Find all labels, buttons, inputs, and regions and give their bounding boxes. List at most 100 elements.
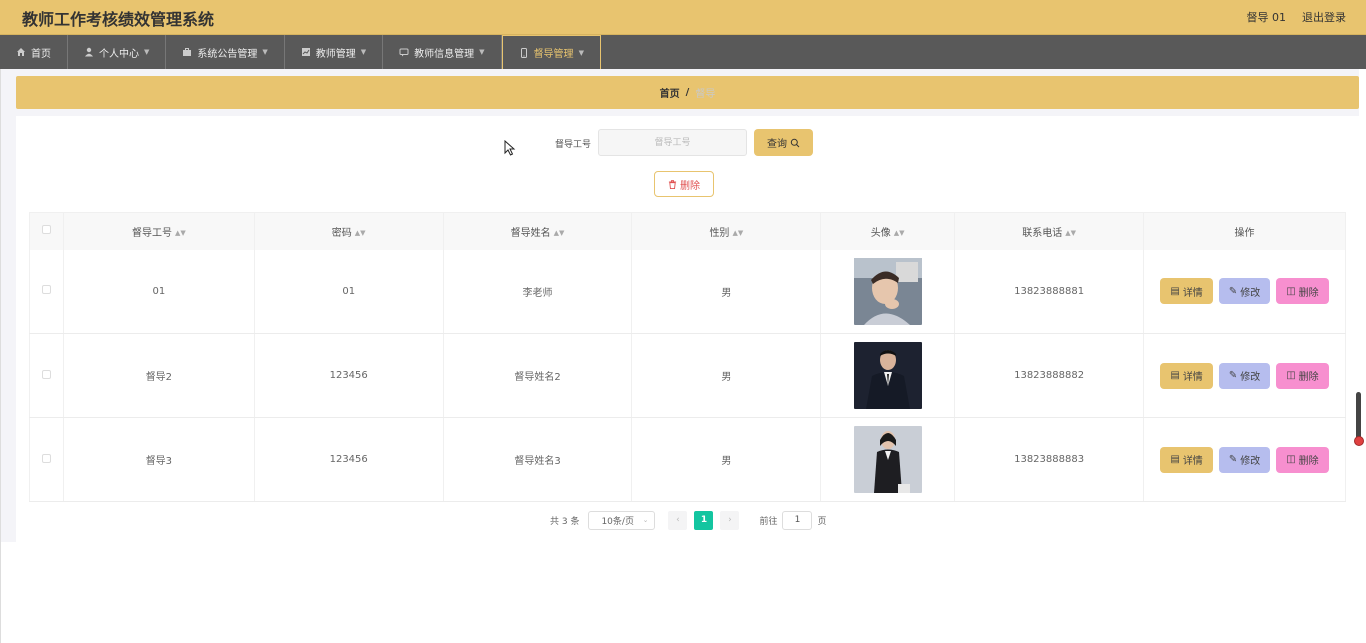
nav-label: 教师信息管理 bbox=[414, 48, 475, 60]
page-size-select[interactable]: 10条/页 ⌄ bbox=[588, 510, 656, 530]
delete-button[interactable]: ◫ 删除 bbox=[1276, 278, 1329, 305]
current-user: 督导 01 bbox=[1246, 11, 1287, 24]
pagination: 共 3 条 10条/页 ⌄ ‹ 1 › 前往 页 bbox=[550, 510, 826, 530]
sort-icon: ▲▼ bbox=[553, 228, 565, 237]
scroll-thermometer-widget[interactable] bbox=[1356, 392, 1361, 442]
table-row: 01 01 李老师 男 13823888881 ▤ 详情 ✎ 修改 ◫ 删除 bbox=[29, 249, 1346, 334]
row-actions: ▤ 详情 ✎ 修改 ◫ 删除 bbox=[1144, 446, 1345, 473]
query-button-label: 查询 bbox=[767, 139, 787, 150]
cell-phone: 13823888883 bbox=[954, 417, 1145, 502]
column-header[interactable]: 督导姓名 ▲▼ bbox=[442, 212, 633, 250]
trash-icon bbox=[668, 179, 677, 189]
avatar[interactable] bbox=[853, 426, 922, 493]
cell-name: 李老师 bbox=[443, 249, 633, 334]
trash-icon: ◫ bbox=[1286, 285, 1296, 297]
batch-delete-label: 删除 bbox=[680, 180, 700, 192]
select-all-checkbox[interactable] bbox=[41, 225, 51, 235]
breadcrumb-separator: / bbox=[685, 87, 690, 98]
row-checkbox[interactable] bbox=[41, 369, 51, 379]
message-icon bbox=[399, 48, 409, 57]
sort-icon: ▲▼ bbox=[174, 228, 186, 237]
search-input[interactable] bbox=[598, 129, 747, 156]
table-header-row: 督导工号 ▲▼ 密码 ▲▼ 督导姓名 ▲▼ 性别 ▲▼ 头像 ▲▼ 联系电话 ▲▼ 操作 bbox=[29, 212, 1346, 250]
row-checkbox[interactable] bbox=[41, 285, 51, 295]
header-user-area: 督导 01 退出登录 bbox=[1247, 9, 1347, 25]
goto-page-input[interactable] bbox=[782, 510, 813, 530]
select-all-cell bbox=[29, 212, 64, 250]
trash-icon: ◫ bbox=[1286, 454, 1296, 465]
nav-supervisor-management[interactable]: 督导管理 ▼ bbox=[501, 35, 601, 69]
cell-avatar bbox=[820, 333, 956, 418]
document-icon: ▤ bbox=[1170, 285, 1180, 297]
nav-teacher-info[interactable]: 教师信息管理 ▼ bbox=[383, 35, 502, 69]
pagination-total: 共 3 条 bbox=[550, 516, 580, 527]
phone-icon bbox=[520, 47, 527, 58]
cell-id: 督导2 bbox=[63, 333, 255, 418]
column-header[interactable]: 密码 ▲▼ bbox=[253, 212, 444, 250]
chevron-down-icon: ▼ bbox=[578, 48, 584, 57]
table-row: 督导3 123456 督导姓名3 男 13823888883 ▤详情 ✎修改 bbox=[29, 417, 1346, 502]
cell-actions: ▤ 详情 ✎ 修改 ◫ 删除 bbox=[1143, 249, 1346, 334]
detail-button[interactable]: ▤ 详情 bbox=[1160, 278, 1213, 305]
avatar[interactable] bbox=[853, 257, 922, 325]
delete-button[interactable]: ◫ 删除 bbox=[1276, 362, 1329, 389]
nav-home[interactable]: 首页 bbox=[0, 35, 68, 69]
breadcrumb: 首页 / 督导 bbox=[16, 76, 1359, 109]
edit-button[interactable]: ✎ 修改 bbox=[1218, 446, 1271, 473]
edit-button[interactable]: ✎ 修改 bbox=[1218, 362, 1271, 389]
cell-name: 督导姓名3 bbox=[443, 417, 633, 502]
nav-label: 督导管理 bbox=[533, 49, 574, 60]
nav-teacher-management[interactable]: 教师管理 ▼ bbox=[285, 35, 384, 69]
document-icon: ▤ bbox=[1170, 370, 1180, 381]
avatar[interactable] bbox=[853, 342, 922, 409]
nav-personal-center[interactable]: 个人中心 ▼ bbox=[68, 35, 167, 69]
cell-phone: 13823888882 bbox=[954, 333, 1145, 418]
edit-button[interactable]: ✎ 修改 bbox=[1218, 278, 1271, 305]
row-actions: ▤ 详情 ✎ 修改 ◫ 删除 bbox=[1144, 278, 1345, 305]
cell-avatar bbox=[820, 417, 956, 502]
home-icon bbox=[17, 48, 25, 56]
row-select-cell bbox=[29, 417, 64, 502]
thermometer-bulb-icon bbox=[1354, 436, 1364, 446]
sort-icon: ▲▼ bbox=[893, 228, 905, 237]
breadcrumb-current: 督导 bbox=[695, 89, 716, 100]
trash-icon: ◫ bbox=[1286, 370, 1296, 381]
sort-icon: ▲▼ bbox=[1065, 228, 1076, 237]
detail-button[interactable]: ▤ 详情 bbox=[1160, 446, 1213, 473]
chart-icon bbox=[301, 48, 310, 56]
next-page-button[interactable]: › bbox=[720, 510, 740, 530]
row-actions: ▤ 详情 ✎ 修改 ◫ 删除 bbox=[1144, 362, 1345, 389]
logout-link[interactable]: 退出登录 bbox=[1302, 9, 1346, 25]
column-header[interactable]: 性别 ▲▼ bbox=[631, 212, 822, 250]
sort-icon: ▲▼ bbox=[732, 228, 744, 237]
chevron-down-icon: ▼ bbox=[479, 48, 485, 56]
batch-delete-button[interactable]: 删除 bbox=[654, 171, 714, 197]
column-header: 操作 bbox=[1143, 212, 1346, 250]
chevron-down-icon: ⌄ bbox=[642, 516, 649, 524]
pencil-icon: ✎ bbox=[1228, 454, 1238, 465]
cell-id: 督导3 bbox=[63, 417, 255, 502]
page-number-active[interactable]: 1 bbox=[694, 510, 714, 530]
nav-label: 个人中心 bbox=[99, 48, 139, 60]
column-header[interactable]: 联系电话 ▲▼ bbox=[954, 212, 1145, 250]
cell-gender: 男 bbox=[631, 417, 822, 502]
cell-actions: ▤ 详情 ✎ 修改 ◫ 删除 bbox=[1143, 417, 1346, 502]
nav-label: 系统公告管理 bbox=[197, 48, 258, 60]
chevron-down-icon: ▼ bbox=[262, 48, 268, 56]
prev-page-button[interactable]: ‹ bbox=[668, 510, 688, 530]
row-checkbox[interactable] bbox=[41, 453, 51, 463]
pencil-icon: ✎ bbox=[1228, 370, 1238, 381]
top-navbar: 首页 个人中心 ▼ 系统公告管理 ▼ 教师管理 ▼ 教师信息管理 ▼ 督导管理 … bbox=[0, 35, 1366, 69]
query-button[interactable]: 查询 bbox=[754, 129, 813, 156]
chevron-down-icon: ▼ bbox=[360, 48, 367, 56]
chevron-down-icon: ▼ bbox=[144, 48, 150, 56]
cell-gender: 男 bbox=[631, 249, 822, 334]
delete-button[interactable]: ◫ 删除 bbox=[1276, 446, 1329, 473]
breadcrumb-home[interactable]: 首页 bbox=[660, 85, 680, 100]
column-header[interactable]: 督导工号 ▲▼ bbox=[62, 212, 255, 250]
briefcase-icon bbox=[183, 48, 192, 56]
column-header[interactable]: 头像 ▲▼ bbox=[820, 212, 956, 250]
detail-button[interactable]: ▤ 详情 bbox=[1160, 362, 1213, 389]
search-label: 督导工号 bbox=[555, 140, 592, 150]
nav-announcement[interactable]: 系统公告管理 ▼ bbox=[166, 35, 285, 69]
